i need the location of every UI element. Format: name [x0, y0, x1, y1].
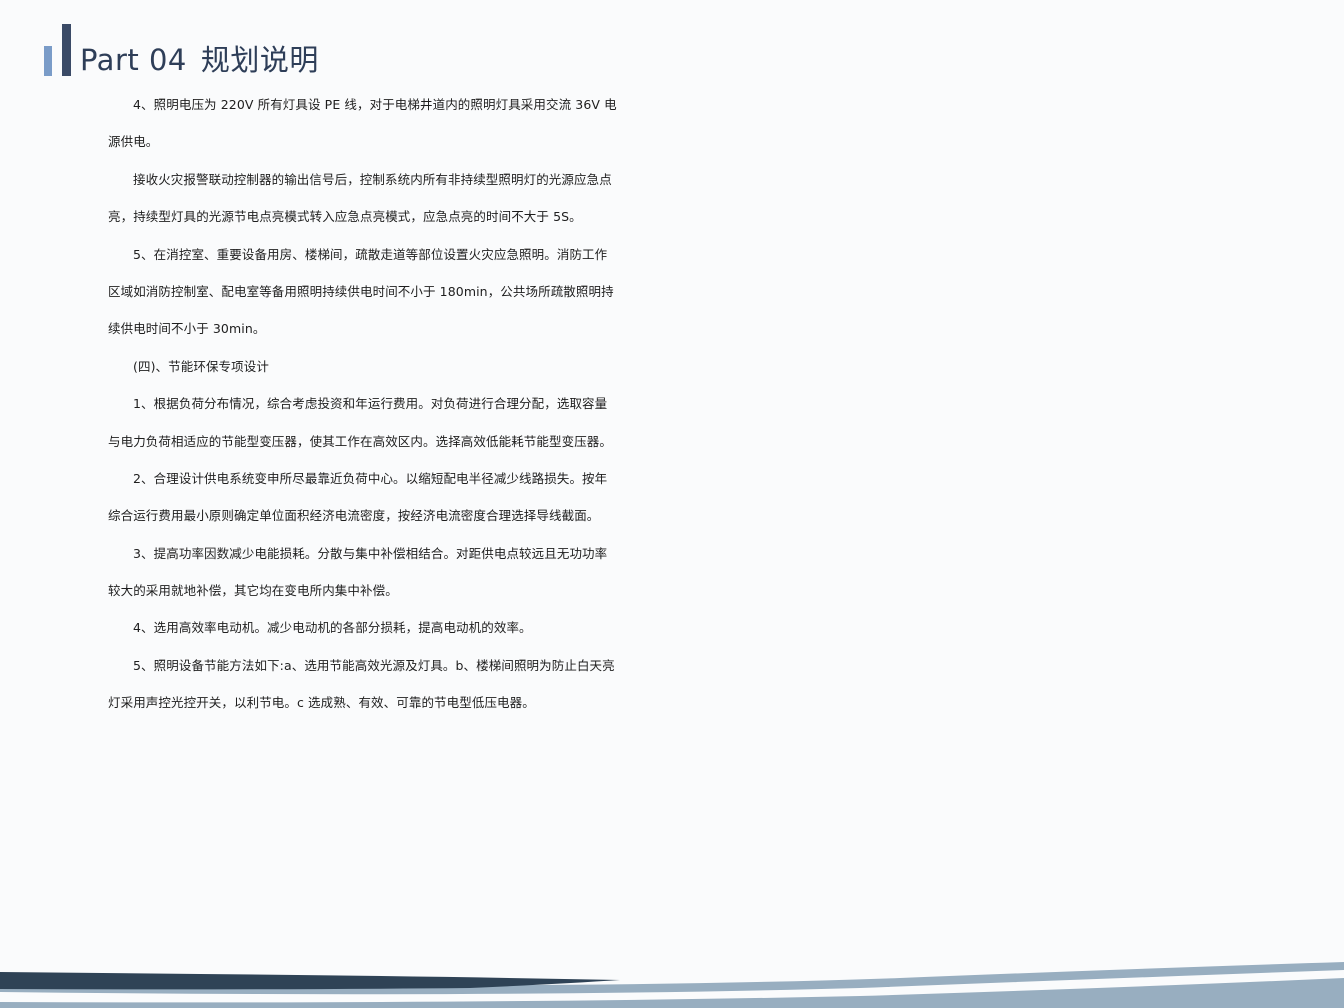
text-line: 与电力负荷相适应的节能型变压器，使其工作在高效区内。选择高效低能耗节能型变压器。	[108, 433, 613, 449]
text-line: 接收火灾报警联动控制器的输出信号后，控制系统内所有非持续型照明灯的光源应急点	[133, 171, 612, 187]
text-line: 灯采用声控光控开关，以利节电。c 选成熟、有效、可靠的节电型低压电器。	[108, 695, 535, 711]
text-line: 5、在消控室、重要设备用房、楼梯间，疏散走道等部位设置火灾应急照明。消防工作	[133, 246, 608, 262]
text-line: 综合运行费用最小原则确定单位面积经济电流密度，按经济电流密度合理选择导线截面。	[108, 508, 600, 524]
body-text: 4、照明电压为 220V 所有灯具设 PE 线，对于电梯井道内的照明灯具采用交流…	[108, 86, 617, 722]
accent-bar-dark	[62, 24, 71, 76]
text-line: 亮，持续型灯具的光源节电点亮模式转入应急点亮模式，应急点亮的时间不大于 5S。	[108, 209, 582, 225]
text-line: 续供电时间不小于 30min。	[108, 321, 266, 337]
footer-wave-decoration	[0, 962, 1344, 1008]
text-line: 区域如消防控制室、配电室等备用照明持续供电时间不小于 180min，公共场所疏散…	[108, 283, 614, 299]
section-title: 规划说明	[200, 43, 319, 77]
page-title: Part 04 规划说明	[80, 40, 319, 80]
text-line: 3、提高功率因数减少电能损耗。分散与集中补偿相结合。对距供电点较远且无功功率	[133, 545, 608, 561]
text-line: 2、合理设计供电系统变申所尽最靠近负荷中心。以缩短配电半径减少线路损失。按年	[133, 470, 608, 486]
text-line: (四)、节能环保专项设计	[133, 358, 269, 374]
text-line: 较大的采用就地补偿，其它均在变电所内集中补偿。	[108, 583, 398, 599]
accent-bar-light	[44, 46, 52, 76]
text-line: 源供电。	[108, 134, 159, 150]
text-line: 4、选用高效率电动机。减少电动机的各部分损耗，提高电动机的效率。	[133, 620, 532, 636]
part-label: Part 04	[80, 43, 187, 77]
text-line: 5、照明设备节能方法如下:a、选用节能高效光源及灯具。b、楼梯间照明为防止白天亮	[133, 657, 615, 673]
text-line: 1、根据负荷分布情况，综合考虑投资和年运行费用。对负荷进行合理分配，选取容量	[133, 396, 608, 412]
text-line: 4、照明电压为 220V 所有灯具设 PE 线，对于电梯井道内的照明灯具采用交流…	[133, 97, 617, 112]
